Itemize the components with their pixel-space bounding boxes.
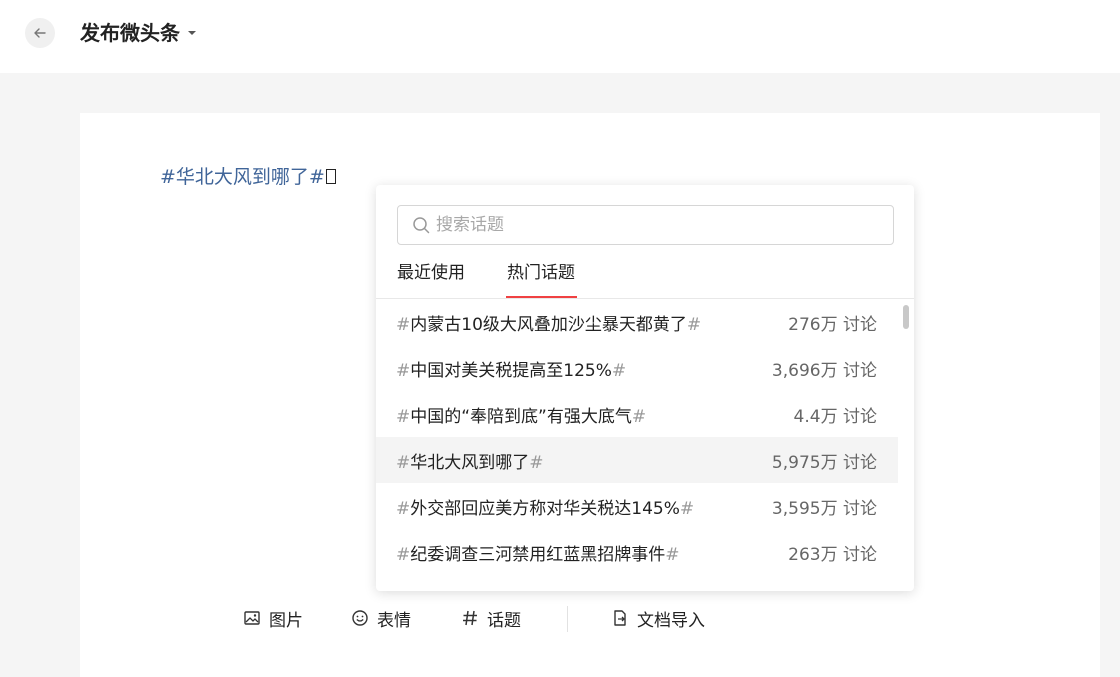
topic-row-highlighted[interactable]: #华北大风到哪了# 5,975万 讨论 <box>376 437 898 483</box>
topic-list-scrollbar[interactable] <box>903 305 909 329</box>
topic-row[interactable]: #中国的“奉陪到底”有强大底气# 4.4万 讨论 <box>376 391 898 437</box>
discuss-label: 讨论 <box>843 360 877 381</box>
topic-title: 华北大风到哪了 <box>410 452 530 473</box>
emoji-button-label: 表情 <box>377 610 411 631</box>
topic-discussion-count: 3,595万 讨论 <box>772 494 877 519</box>
topic-discussion-count: 276万 讨论 <box>788 310 877 335</box>
topic-name: #中国对美关税提高至125%# <box>396 360 627 381</box>
document-import-icon <box>614 610 626 626</box>
topic-search-input[interactable] <box>436 215 876 235</box>
topic-count-value: 4.4万 <box>793 406 838 427</box>
topic-discussion-count: 263万 讨论 <box>788 540 877 565</box>
topic-list: #内蒙古10级大风叠加沙尘暴天都黄了# 276万 讨论 #中国对美关税提高至12… <box>376 299 898 575</box>
editor-content[interactable]: #华北大风到哪了# <box>160 163 336 191</box>
topic-row[interactable]: #内蒙古10级大风叠加沙尘暴天都黄了# 276万 讨论 <box>376 299 898 345</box>
document-import-label: 文档导入 <box>637 610 705 631</box>
topic-title: 纪委调查三河禁用红蓝黑招牌事件 <box>410 544 666 565</box>
topic-button-label: 话题 <box>487 610 521 631</box>
topic-row[interactable]: #中国对美关税提高至125%# 3,696万 讨论 <box>376 345 898 391</box>
topic-row[interactable]: #外交部回应美方称对华关税达145%# 3,595万 讨论 <box>376 483 898 529</box>
image-icon <box>244 611 260 625</box>
topic-search-box[interactable] <box>397 205 894 245</box>
back-button[interactable] <box>25 18 55 48</box>
topic-row[interactable]: #纪委调查三河禁用红蓝黑招牌事件# 263万 讨论 <box>376 529 898 575</box>
arrow-left-icon <box>34 28 46 38</box>
smiley-icon <box>352 610 368 626</box>
topic-count-value: 276万 <box>788 314 838 335</box>
title-dropdown-caret-icon[interactable] <box>188 31 196 35</box>
top-bar: 发布微头条 <box>0 0 1120 73</box>
search-icon <box>413 217 430 234</box>
discuss-label: 讨论 <box>843 544 877 565</box>
text-cursor <box>325 169 336 184</box>
topic-name: #华北大风到哪了# <box>396 452 544 473</box>
topic-title: 外交部回应美方称对华关税达145% <box>410 498 680 519</box>
topic-title: 中国对美关税提高至125% <box>410 360 612 381</box>
topic-count-value: 5,975万 <box>771 452 838 473</box>
editor-topic-text: #华北大风到哪了# <box>160 166 325 188</box>
tab-recent[interactable]: 最近使用 <box>397 261 465 285</box>
topic-name: #中国的“奉陪到底”有强大底气# <box>396 406 647 427</box>
topic-count-value: 3,696万 <box>771 360 838 381</box>
toolbar-divider <box>567 606 568 632</box>
topic-name: #外交部回应美方称对华关税达145%# <box>396 498 695 519</box>
discuss-label: 讨论 <box>843 406 877 427</box>
discuss-label: 讨论 <box>843 498 877 519</box>
topic-discussion-count: 5,975万 讨论 <box>772 448 877 473</box>
page-title: 发布微头条 <box>80 21 180 45</box>
topic-title: 内蒙古10级大风叠加沙尘暴天都黄了 <box>410 314 687 335</box>
topic-count-value: 263万 <box>788 544 838 565</box>
topic-button[interactable]: 话题 <box>461 606 521 631</box>
discuss-label: 讨论 <box>843 314 877 335</box>
topic-name: #纪委调查三河禁用红蓝黑招牌事件# <box>396 544 680 565</box>
topic-discussion-count: 4.4万 讨论 <box>794 402 877 427</box>
topic-count-value: 3,595万 <box>771 498 838 519</box>
topic-title: 中国的“奉陪到底”有强大底气 <box>410 406 632 427</box>
image-button-label: 图片 <box>269 610 303 631</box>
topic-discussion-count: 3,696万 讨论 <box>772 356 877 381</box>
topic-picker-dropdown: 最近使用 热门话题 #内蒙古10级大风叠加沙尘暴天都黄了# 276万 讨论 #中… <box>376 185 914 591</box>
document-import-button[interactable]: 文档导入 <box>611 606 705 631</box>
hashtag-icon <box>463 610 477 626</box>
topic-name: #内蒙古10级大风叠加沙尘暴天都黄了# <box>396 314 702 335</box>
tab-hot-topics[interactable]: 热门话题 <box>507 261 575 285</box>
discuss-label: 讨论 <box>843 452 877 473</box>
emoji-button[interactable]: 表情 <box>351 606 411 631</box>
image-button[interactable]: 图片 <box>243 606 303 631</box>
